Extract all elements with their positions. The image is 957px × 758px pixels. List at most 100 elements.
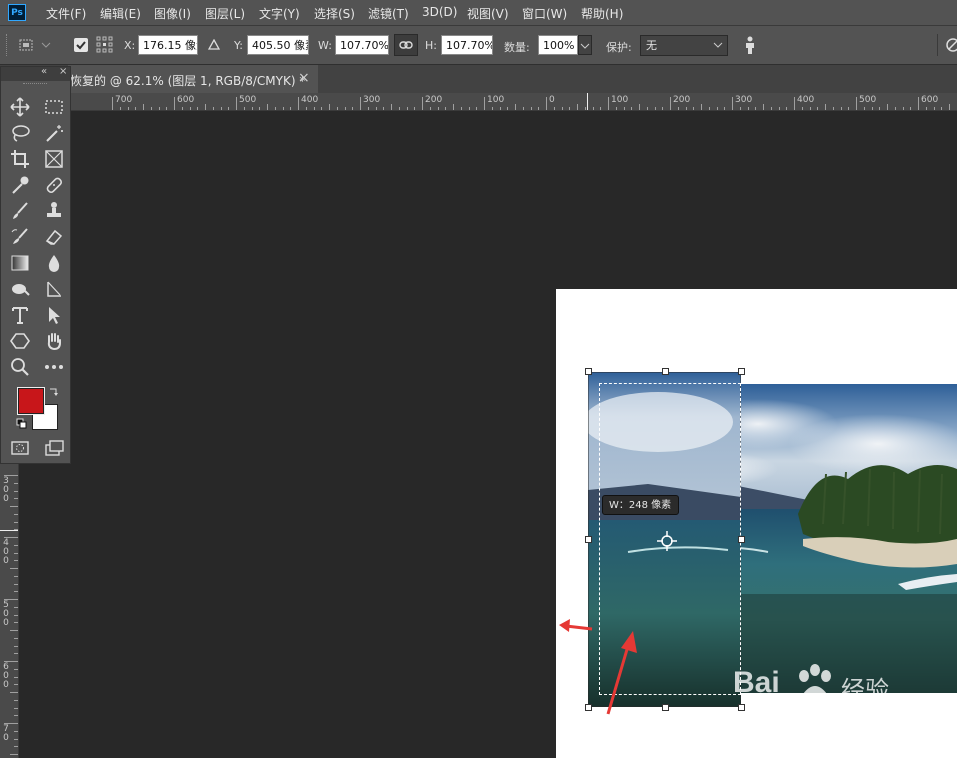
healing-brush-tool-icon[interactable] xyxy=(43,174,65,196)
amount-dropdown-button[interactable] xyxy=(578,35,592,55)
reference-point-crosshair-icon[interactable] xyxy=(656,530,678,552)
transform-handle-top-left[interactable] xyxy=(585,368,592,375)
menu-type[interactable]: 文字(Y) xyxy=(259,5,300,22)
quick-mask-icon[interactable] xyxy=(9,437,31,459)
ruler-minor-tick xyxy=(825,104,826,110)
ruler-minor-tick xyxy=(14,653,18,655)
ruler-minor-tick xyxy=(662,107,664,110)
document-tab[interactable]: 恢复的 @ 62.1% (图层 1, RGB/8/CMYK) * × xyxy=(68,65,318,93)
ruler-minor-tick xyxy=(941,107,943,110)
menu-view[interactable]: 视图(V) xyxy=(467,5,509,22)
foreground-color-swatch[interactable] xyxy=(17,387,45,415)
dodge-tool-icon[interactable] xyxy=(9,278,31,300)
transform-handle-bottom-left[interactable] xyxy=(585,704,592,711)
transform-handle-bottom[interactable] xyxy=(662,704,669,711)
cancel-transform-icon[interactable] xyxy=(946,38,957,52)
transform-handle-left[interactable] xyxy=(585,536,592,543)
menu-select[interactable]: 选择(S) xyxy=(314,5,355,22)
ruler-minor-tick xyxy=(840,107,842,110)
default-colors-icon[interactable] xyxy=(16,418,28,430)
tools-panel-header[interactable]: « × xyxy=(1,66,70,81)
crop-tool-icon[interactable] xyxy=(9,148,31,170)
ruler-minor-tick xyxy=(181,107,183,110)
ruler-minor-tick xyxy=(429,107,431,110)
ruler-minor-tick xyxy=(832,107,834,110)
amount-field[interactable]: 100% xyxy=(538,35,578,55)
type-tool-icon[interactable] xyxy=(9,304,31,326)
lasso-tool-icon[interactable] xyxy=(9,122,31,144)
transform-handle-top[interactable] xyxy=(662,368,669,375)
menu-filter[interactable]: 滤镜(T) xyxy=(368,5,409,22)
ruler-minor-tick xyxy=(14,715,18,717)
link-icon xyxy=(399,41,413,49)
transform-handle-top-right[interactable] xyxy=(738,368,745,375)
ruler-minor-tick xyxy=(770,107,772,110)
magic-wand-tool-icon[interactable] xyxy=(43,122,65,144)
document-tab-close-icon[interactable]: × xyxy=(298,70,310,86)
ruler-minor-tick xyxy=(910,107,912,110)
watermark-brand-chinese: 经验 xyxy=(841,676,889,704)
history-brush-tool-icon[interactable] xyxy=(9,226,31,248)
menu-layer[interactable]: 图层(L) xyxy=(205,5,245,22)
blur-tool-icon[interactable] xyxy=(43,252,65,274)
ruler-minor-tick xyxy=(949,104,950,110)
ruler-minor-tick xyxy=(716,107,718,110)
x-position-field[interactable]: 176.15 像素 xyxy=(138,35,198,55)
ruler-label: 200 xyxy=(673,95,691,105)
relative-position-triangle-icon[interactable] xyxy=(208,39,220,51)
ruler-minor-tick xyxy=(902,107,904,110)
ruler-minor-tick xyxy=(10,754,18,755)
menu-help[interactable]: 帮助(H) xyxy=(581,5,623,22)
menu-edit[interactable]: 编辑(E) xyxy=(100,5,141,22)
ruler-minor-tick xyxy=(14,498,18,500)
polygon-shape-tool-icon[interactable] xyxy=(9,330,31,352)
path-selection-tool-icon[interactable] xyxy=(43,278,65,300)
ruler-major-tick xyxy=(732,97,733,110)
menu-file[interactable]: 文件(F) xyxy=(46,5,86,22)
ruler-minor-tick xyxy=(391,104,392,110)
more-tools-icon[interactable] xyxy=(43,356,65,378)
ruler-minor-tick xyxy=(701,104,702,110)
transform-handle-right[interactable] xyxy=(738,536,745,543)
reference-point-checkbox[interactable] xyxy=(74,38,88,52)
collapse-panel-icon[interactable]: « xyxy=(41,66,47,77)
ruler-major-tick xyxy=(546,97,547,110)
ruler-minor-tick xyxy=(14,707,18,709)
swap-colors-icon[interactable] xyxy=(48,386,60,398)
protect-select[interactable]: 无 xyxy=(640,35,728,56)
menu-3d[interactable]: 3D(D) xyxy=(422,5,457,19)
reference-point-grid-icon[interactable] xyxy=(96,36,114,54)
menu-bar: Ps 文件(F) 编辑(E) 图像(I) 图层(L) 文字(Y) 选择(S) 滤… xyxy=(0,0,957,26)
ruler-minor-tick xyxy=(14,622,18,624)
width-percent-field[interactable]: 107.70% xyxy=(335,35,389,55)
height-percent-field[interactable]: 107.70% xyxy=(441,35,493,55)
screen-mode-icon[interactable] xyxy=(43,437,65,459)
frame-tool-icon[interactable] xyxy=(43,148,65,170)
brush-tool-icon[interactable] xyxy=(9,200,31,222)
gradient-tool-icon[interactable] xyxy=(9,252,31,274)
hand-tool-icon[interactable] xyxy=(43,330,65,352)
maintain-aspect-ratio-button[interactable] xyxy=(394,34,418,56)
protect-skin-tones-person-icon[interactable] xyxy=(743,36,757,54)
move-tool-icon[interactable] xyxy=(9,96,31,118)
menu-window[interactable]: 窗口(W) xyxy=(522,5,567,22)
ruler-minor-tick xyxy=(933,107,935,110)
rectangular-marquee-tool-icon[interactable] xyxy=(43,96,65,118)
ruler-minor-tick xyxy=(197,107,199,110)
ruler-minor-tick xyxy=(10,692,18,693)
eraser-tool-icon[interactable] xyxy=(43,226,65,248)
ruler-minor-tick xyxy=(708,107,710,110)
clone-stamp-tool-icon[interactable] xyxy=(43,200,65,222)
y-position-field[interactable]: 405.50 像素 xyxy=(247,35,309,55)
ruler-minor-tick xyxy=(14,591,18,593)
up-arrow-annotation-icon xyxy=(606,631,637,715)
width-tooltip: W：248 像素 xyxy=(602,495,679,515)
close-panel-icon[interactable]: × xyxy=(59,66,67,77)
tool-preset-icon[interactable] xyxy=(18,37,52,53)
menu-image[interactable]: 图像(I) xyxy=(154,5,191,22)
zoom-tool-icon[interactable] xyxy=(9,356,31,378)
ruler-minor-tick xyxy=(476,107,478,110)
direct-selection-tool-icon[interactable] xyxy=(43,304,65,326)
chevron-down-icon xyxy=(580,43,590,49)
eyedropper-tool-icon[interactable] xyxy=(9,174,31,196)
